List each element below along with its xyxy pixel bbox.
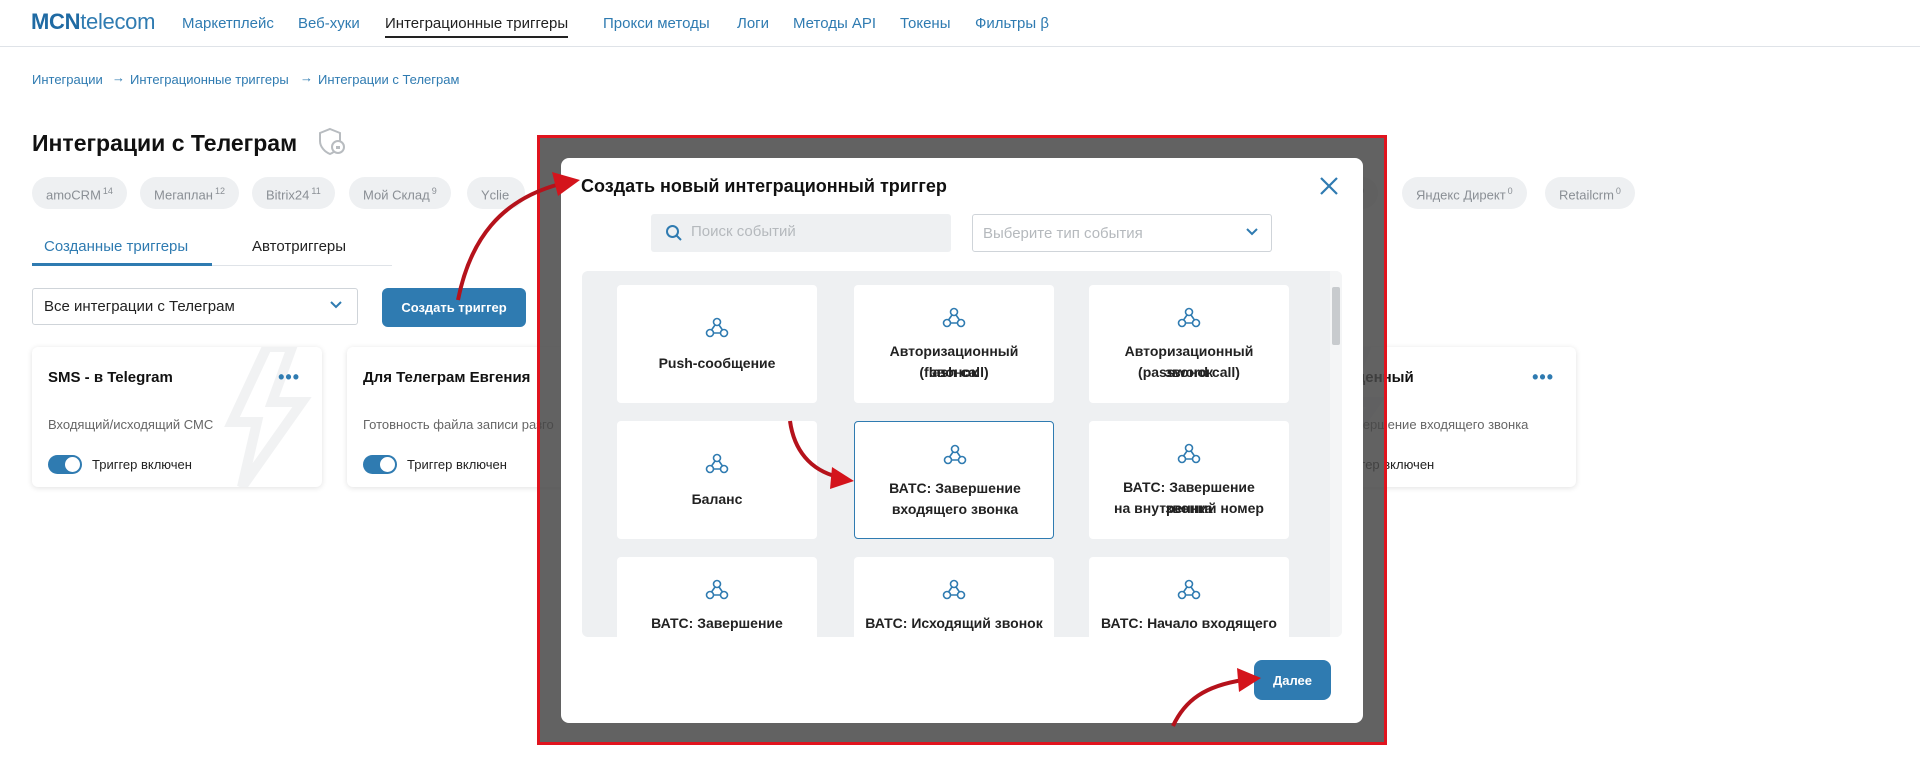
active-tab-indicator — [32, 263, 212, 266]
trigger-toggle[interactable] — [363, 455, 397, 474]
chip-moysklad[interactable]: Мой Склад 9 — [349, 177, 451, 209]
shield-icon[interactable] — [318, 127, 346, 162]
nav-logs[interactable]: Логи — [737, 15, 769, 32]
arrow-right-icon: → — [112, 70, 125, 85]
breadcrumb-integrations[interactable]: Интеграции — [32, 72, 103, 87]
nav-marketplace[interactable]: Маркетплейс — [182, 15, 274, 32]
nav-filters[interactable]: Фильтры β — [975, 15, 1049, 32]
chevron-down-icon — [330, 301, 342, 309]
nav-api-methods[interactable]: Методы API — [793, 15, 876, 32]
brand-logo[interactable]: MCNtelecom — [31, 9, 155, 35]
chip-yandex-direct[interactable]: Яндекс Директ 0 — [1402, 177, 1527, 209]
chip-megaplan[interactable]: Мегаплан 12 — [140, 177, 239, 209]
chip-retailcrm[interactable]: Retailcrm 0 — [1545, 177, 1635, 209]
trigger-card[interactable]: SMS - в Telegram ••• Входящий/исходящий … — [32, 347, 322, 487]
nav-integration-triggers[interactable]: Интеграционные триггеры — [385, 15, 569, 38]
card-title: Для Телеграм Евгения — [363, 369, 531, 386]
nav-proxy-methods[interactable]: Прокси методы — [603, 15, 710, 32]
top-navigation: MCNtelecom Маркетплейс Веб-хуки Интеграц… — [0, 0, 1920, 47]
integration-select[interactable]: Все интеграции с Телеграм — [32, 288, 358, 325]
nav-tokens[interactable]: Токены — [900, 15, 950, 32]
integration-select-value: Все интеграции с Телеграм — [44, 298, 235, 315]
toggle-label: Триггер включен — [407, 457, 507, 472]
breadcrumb-integration-triggers[interactable]: Интеграционные триггеры — [130, 72, 289, 87]
page-title: Интеграции с Телеграм — [32, 130, 298, 156]
toggle-label: Триггер включен — [92, 457, 192, 472]
chip-yclients[interactable]: Yclie — [467, 177, 526, 209]
chip-bitrix24[interactable]: Bitrix24 11 — [252, 177, 335, 209]
nav-webhooks[interactable]: Веб-хуки — [298, 15, 360, 32]
more-options-icon[interactable]: ••• — [1532, 367, 1554, 388]
chip-amocrm[interactable]: amoCRM 14 — [32, 177, 127, 209]
more-options-icon[interactable]: ••• — [278, 367, 300, 388]
tab-created-triggers[interactable]: Созданные триггеры — [44, 238, 188, 255]
create-trigger-button[interactable]: Создать триггер — [382, 288, 526, 327]
trigger-toggle[interactable] — [48, 455, 82, 474]
card-description: Готовность файла записи разго — [363, 417, 554, 432]
card-title: SMS - в Telegram — [48, 369, 173, 386]
tab-autotriggers[interactable]: Автотриггеры — [252, 238, 346, 255]
annotation-highlight-frame — [537, 135, 1387, 745]
card-description: Входящий/исходящий СМС — [48, 417, 214, 432]
arrow-right-icon: → — [300, 70, 313, 85]
breadcrumb-telegram[interactable]: Интеграции с Телеграм — [318, 72, 459, 87]
